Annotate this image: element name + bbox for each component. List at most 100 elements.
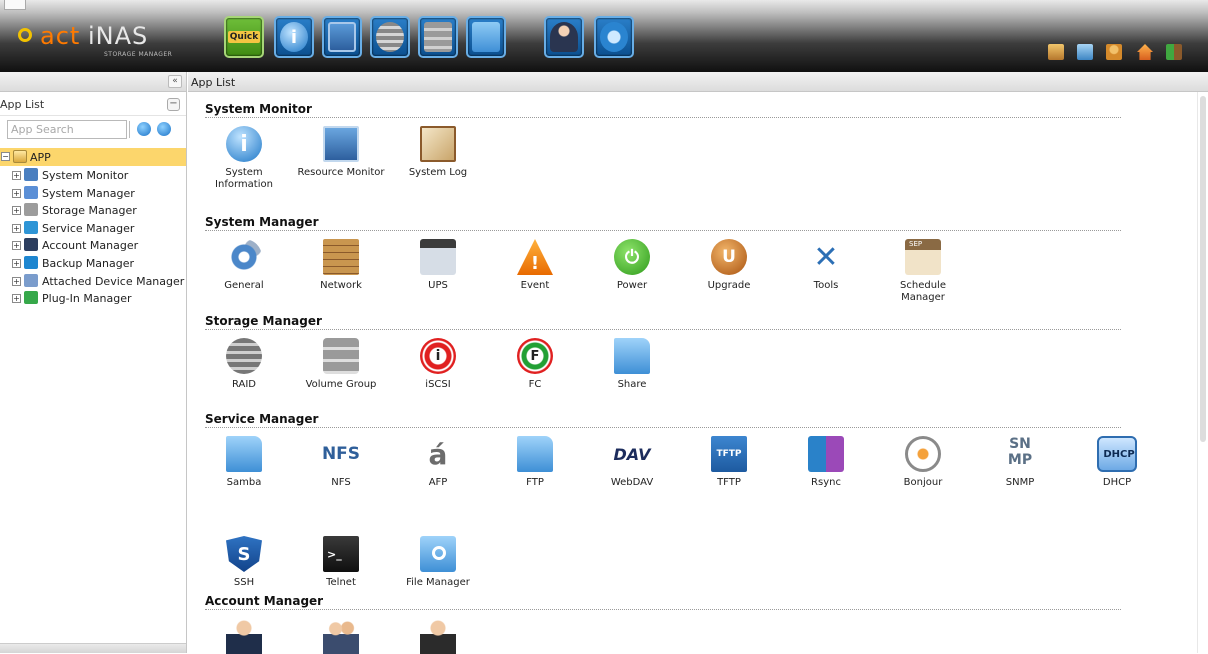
logo-brand-b: iNAS	[88, 22, 149, 50]
tree-expand-icon[interactable]: +	[12, 206, 21, 216]
user-group-icon[interactable]	[1106, 44, 1122, 60]
account-button[interactable]	[544, 16, 584, 58]
display-icon[interactable]	[1077, 44, 1093, 60]
tree-expand-icon[interactable]: +	[12, 294, 21, 304]
app-tile-power[interactable]: ⏻ Power	[586, 239, 678, 292]
volume-group-button[interactable]	[418, 16, 458, 58]
app-tile-bonjour[interactable]: Bonjour	[877, 436, 969, 489]
app-tile-samba[interactable]: Samba	[198, 436, 290, 489]
app-tile-system-information[interactable]: i System Information	[198, 126, 290, 191]
icon-shape: U	[711, 239, 747, 275]
warning-icon: !	[517, 239, 553, 275]
quick-button[interactable]: Quick	[224, 16, 264, 58]
backup-button[interactable]	[594, 16, 634, 58]
icon-shape: ⏻	[614, 239, 650, 275]
app-tile-ups[interactable]: UPS	[392, 239, 484, 292]
system-information-button[interactable]: i	[274, 16, 314, 58]
app-tile-upgrade[interactable]: U Upgrade	[683, 239, 775, 292]
tree-item-system-manager[interactable]: + System Manager	[0, 184, 186, 202]
icon-shape: TFTP	[711, 436, 747, 472]
samba-folder-icon	[226, 436, 262, 472]
app-tile-webdav[interactable]: DAV WebDAV	[586, 436, 678, 489]
window-tab[interactable]	[4, 0, 26, 10]
network-wall-icon	[323, 239, 359, 275]
app-tile-group[interactable]	[295, 618, 387, 654]
app-tile-ftp[interactable]: FTP	[489, 436, 581, 489]
tree-collapse-icon[interactable]: −	[1, 152, 10, 161]
storage-manager-icon	[24, 203, 38, 217]
resource-monitor-button[interactable]	[322, 16, 362, 58]
app-tile-snmp[interactable]: SN MP SNMP	[974, 436, 1066, 489]
app-tile-dhcp[interactable]: DHCP DHCP	[1071, 436, 1163, 489]
tree-item-account-manager[interactable]: + Account Manager	[0, 236, 186, 254]
tree-expand-icon[interactable]: +	[12, 171, 21, 180]
icon-glyph: !	[530, 252, 540, 274]
app-tile-schedule-manager[interactable]: SEP Schedule Manager	[877, 239, 969, 304]
raid-button[interactable]	[370, 16, 410, 58]
app-tile-fc[interactable]: F FC	[489, 338, 581, 391]
app-tile-system-log[interactable]: System Log	[392, 126, 484, 179]
tree-item-attached-device-manager[interactable]: + Attached Device Manager	[0, 272, 186, 290]
app-label: Rsync	[811, 477, 841, 488]
app-tile-rsync[interactable]: Rsync	[780, 436, 872, 489]
logout-icon[interactable]	[1166, 44, 1182, 60]
tree-item-system-monitor[interactable]: + System Monitor	[0, 166, 186, 184]
app-tile-tftp[interactable]: TFTP TFTP	[683, 436, 775, 489]
collapse-tree-button[interactable]: −	[167, 98, 180, 111]
collapse-sidebar-button[interactable]: «	[168, 75, 182, 88]
tree-root-app[interactable]: − APP	[0, 148, 186, 166]
app-tile-afp[interactable]: á AFP	[392, 436, 484, 489]
app-tile-user[interactable]	[198, 618, 290, 654]
tree-expand-icon[interactable]: +	[12, 258, 21, 268]
app-tile-ssh[interactable]: S SSH	[198, 536, 290, 589]
icon-shape	[226, 239, 262, 275]
note-icon[interactable]	[1048, 44, 1064, 60]
app-tile-share[interactable]: Share	[586, 338, 678, 391]
tree-item-plug-in-manager[interactable]: + Plug-In Manager	[0, 289, 186, 307]
icon-glyph: TFTP	[716, 449, 742, 459]
sidebar-footer	[0, 643, 186, 653]
file-manager-icon	[420, 536, 456, 572]
app-tile-telnet[interactable]: >_ Telnet	[295, 536, 387, 589]
app-tile-volume-group[interactable]: Volume Group	[295, 338, 387, 391]
app-tile-file-manager[interactable]: File Manager	[392, 536, 484, 589]
logo-brand-a: act	[40, 22, 81, 50]
system-information-icon: i	[226, 126, 262, 162]
app-tile-tools[interactable]: ✕ Tools	[780, 239, 872, 292]
app-tile-network[interactable]: Network	[295, 239, 387, 292]
sidebar-title: App List	[0, 98, 45, 111]
scrollbar-thumb[interactable]	[1200, 96, 1206, 442]
icon-shape	[323, 126, 359, 162]
search-go-icon[interactable]	[137, 122, 151, 136]
home-icon[interactable]	[1137, 44, 1153, 60]
main-scrollbar[interactable]	[1197, 92, 1207, 653]
app-search-input[interactable]	[7, 120, 127, 139]
tree-item-backup-manager[interactable]: + Backup Manager	[0, 254, 186, 272]
app-tile-resource-monitor[interactable]: Resource Monitor	[295, 126, 387, 179]
share-button[interactable]	[466, 16, 506, 58]
app-label: iSCSI	[425, 379, 451, 390]
app-tile-iscsi[interactable]: i iSCSI	[392, 338, 484, 391]
ups-icon	[420, 239, 456, 275]
icon-shape: SEP	[905, 239, 941, 275]
raid-disks-icon	[226, 338, 262, 374]
app-tile-raid[interactable]: RAID	[198, 338, 290, 391]
tree-expand-icon[interactable]: +	[12, 241, 21, 251]
app-tile-nfs[interactable]: NFS NFS	[295, 436, 387, 489]
service-manager-icon	[24, 220, 38, 234]
tree-expand-icon[interactable]: +	[12, 223, 21, 233]
app-tile-general[interactable]: General	[198, 239, 290, 292]
tree-expand-icon[interactable]: +	[12, 276, 21, 286]
app-tile-domain-user[interactable]	[392, 618, 484, 654]
icon-shape	[323, 338, 359, 374]
icon-shape: !	[517, 239, 553, 275]
app-tree: − APP + System Monitor + System Manager + Sto…	[0, 148, 186, 307]
tree-expand-icon[interactable]: +	[12, 188, 21, 198]
icon-shape	[420, 618, 456, 654]
tree-item-service-manager[interactable]: + Service Manager	[0, 219, 186, 237]
search-clear-icon[interactable]	[157, 122, 171, 136]
rsync-icon	[808, 436, 844, 472]
app-tile-event[interactable]: ! Event	[489, 239, 581, 292]
tree-item-storage-manager[interactable]: + Storage Manager	[0, 201, 186, 219]
raid-icon	[376, 22, 404, 52]
